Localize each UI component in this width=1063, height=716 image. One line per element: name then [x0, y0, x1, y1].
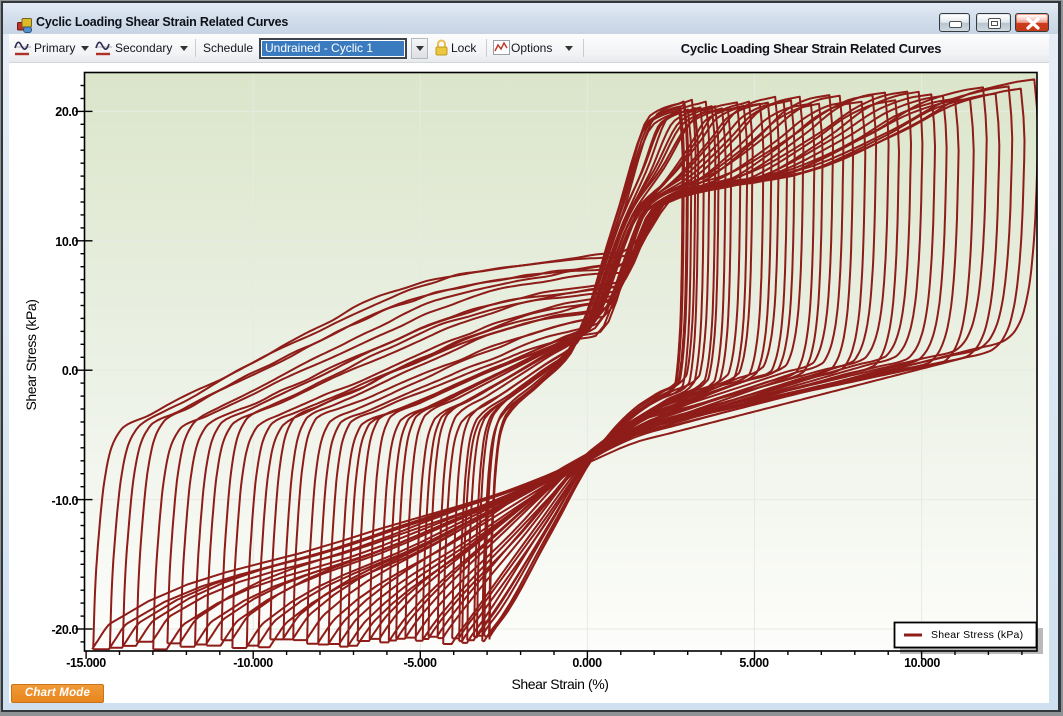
svg-text:-10.0: -10.0	[52, 494, 79, 508]
svg-text:-5.000: -5.000	[403, 656, 436, 670]
svg-text:0.0: 0.0	[62, 364, 79, 378]
svg-text:20.0: 20.0	[55, 105, 78, 119]
svg-text:Shear Stress (kPa): Shear Stress (kPa)	[23, 299, 39, 410]
svg-text:0.000: 0.000	[572, 656, 602, 670]
svg-text:-10.000: -10.000	[233, 656, 273, 670]
svg-text:5.000: 5.000	[739, 656, 769, 670]
svg-text:Shear Strain (%): Shear Strain (%)	[511, 676, 608, 692]
svg-text:-15.000: -15.000	[66, 656, 106, 670]
svg-text:10.0: 10.0	[55, 235, 78, 249]
svg-text:10.000: 10.000	[904, 656, 940, 670]
svg-text:-20.0: -20.0	[52, 623, 79, 637]
svg-text:Shear Stress (kPa): Shear Stress (kPa)	[931, 629, 1023, 641]
